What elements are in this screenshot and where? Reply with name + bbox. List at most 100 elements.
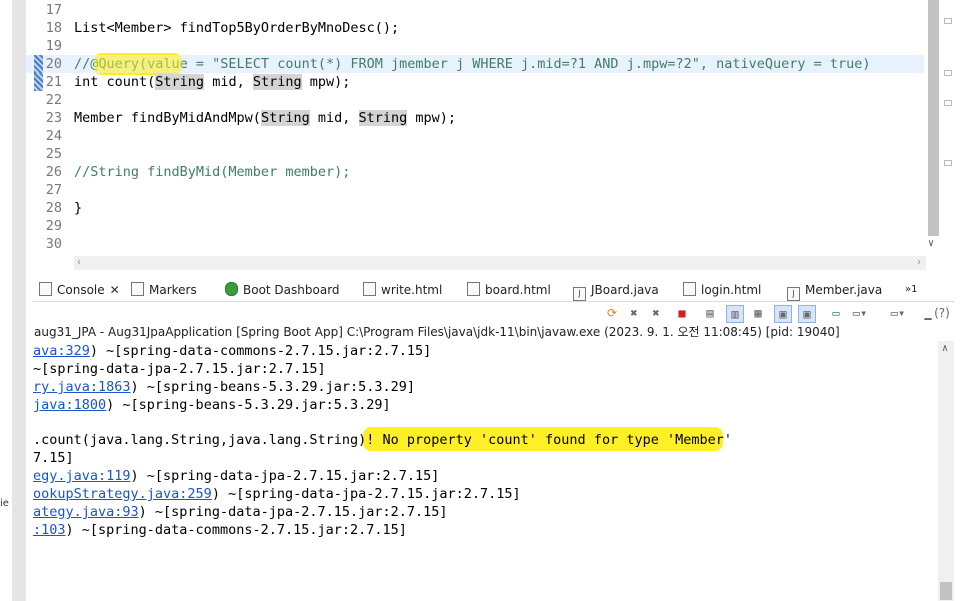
scroll-right-icon[interactable]: › xyxy=(916,256,922,270)
tab-login-html[interactable]: login.html xyxy=(683,279,761,301)
stack-link[interactable]: :103 xyxy=(33,522,66,538)
open-console-icon[interactable]: ▭▾ xyxy=(890,305,906,321)
console-line: 7.15] xyxy=(33,449,74,467)
relaunch-icon[interactable]: ⟳ xyxy=(604,305,620,321)
launch-info: aug31_JPA - Aug31JpaApplication [Spring … xyxy=(34,325,840,339)
console-scroll-thumb[interactable] xyxy=(940,582,952,600)
code-line[interactable]: 18 List<Member> findTop5ByOrderByMnoDesc… xyxy=(26,19,924,37)
editor-horizontal-scrollbar[interactable]: ‹ › xyxy=(74,256,926,270)
markers-icon xyxy=(131,282,144,296)
pin-console-icon[interactable]: ▭ xyxy=(828,305,844,321)
right-margin xyxy=(954,0,977,601)
help-icon[interactable]: (?) xyxy=(934,305,950,321)
remove-all-icon[interactable]: ✖ xyxy=(648,305,664,321)
scroll-lock-icon[interactable]: ▥ xyxy=(726,305,744,323)
tab-member-java[interactable]: J Member.java xyxy=(787,279,882,301)
console-error-text: .count(java.lang.String,java.lang.String… xyxy=(33,432,732,448)
tab-label: Boot Dashboard xyxy=(243,283,340,297)
show-on-stderr-icon[interactable]: ▣ xyxy=(798,305,816,323)
left-gutter-bar xyxy=(12,0,26,601)
java-file-icon: J xyxy=(787,287,800,301)
type-string: String xyxy=(260,110,310,126)
scroll-down-icon[interactable]: ∨ xyxy=(928,238,934,249)
tab-label: »1 xyxy=(905,284,918,295)
overview-marker[interactable] xyxy=(944,70,952,76)
code-line[interactable]: 22 xyxy=(26,91,924,109)
code-line[interactable]: 29 xyxy=(26,217,924,235)
stack-link[interactable]: java:1800 xyxy=(33,397,106,413)
tab-overflow[interactable]: »1 xyxy=(905,279,917,301)
console-text: ) ~[spring-data-commons-2.7.15.jar:2.7.1… xyxy=(65,522,407,538)
stack-link[interactable]: ry.java:1863 xyxy=(33,379,131,395)
line-text: int count(String mid, String mpw); xyxy=(74,73,350,91)
code-line[interactable]: 27 xyxy=(26,181,924,199)
overview-marker[interactable] xyxy=(944,100,952,106)
tab-markers[interactable]: Markers xyxy=(131,279,197,301)
console-line: :103) ~[spring-data-commons-2.7.15.jar:2… xyxy=(33,521,407,539)
tab-label: write.html xyxy=(381,283,443,297)
overview-marker[interactable] xyxy=(944,18,952,24)
console-text: ) ~[spring-beans-5.3.29.jar:5.3.29] xyxy=(130,379,416,395)
type-string: String xyxy=(155,74,205,90)
line-number: 20 xyxy=(45,56,62,72)
code-segment: mpw); xyxy=(407,110,457,126)
query-highlight-overlay xyxy=(94,53,182,75)
console-line: java:1800) ~[spring-beans-5.3.29.jar:5.3… xyxy=(33,396,391,414)
html-file-icon xyxy=(467,282,480,296)
line-number: 26 xyxy=(45,164,62,180)
code-segment: mid, xyxy=(204,74,253,90)
line-number: 27 xyxy=(45,182,62,198)
display-console-icon[interactable]: ▭▾ xyxy=(852,305,868,321)
code-line[interactable]: 28 } xyxy=(26,199,924,217)
tab-label: board.html xyxy=(485,283,551,297)
overview-marker[interactable] xyxy=(944,160,952,166)
tab-console[interactable]: Console ✕ xyxy=(39,279,120,301)
editor-scroll-thumb[interactable] xyxy=(928,0,939,236)
close-icon[interactable]: ✕ xyxy=(110,283,120,297)
code-line[interactable]: 23 Member findByMidAndMpw(String mid, St… xyxy=(26,109,924,127)
scroll-up-icon[interactable]: ∧ xyxy=(942,343,948,354)
stack-link[interactable]: ategy.java:93 xyxy=(33,504,139,520)
console-icon xyxy=(39,282,52,296)
word-wrap-icon[interactable]: ▦ xyxy=(750,305,766,321)
tab-jboard-java[interactable]: J JBoard.java xyxy=(573,279,659,301)
view-tab-bar: Console ✕ Markers Boot Dashboard write.ht… xyxy=(33,279,954,302)
code-line[interactable]: 25 xyxy=(26,145,924,163)
code-segment: mid, xyxy=(309,110,359,126)
stack-link[interactable]: egy.java:119 xyxy=(33,468,131,484)
terminate-icon[interactable]: ■ xyxy=(674,305,690,321)
line-number: 18 xyxy=(45,20,62,36)
console-output[interactable]: ava:329) ~[spring-data-commons-2.7.15.ja… xyxy=(33,341,938,601)
tab-label: JBoard.java xyxy=(591,283,659,297)
code-line[interactable]: 24 xyxy=(26,127,924,145)
tab-label: Console xyxy=(57,283,105,297)
tab-label: Markers xyxy=(149,283,197,297)
code-line[interactable]: 21 int count(String mid, String mpw); xyxy=(26,73,924,91)
console-toolbar: ⟳ ✖ ✖ ■ ▤ ▥ ▦ ▣ ▣ ▭ ▭▾ ▭▾ ▁ (?) xyxy=(600,302,960,324)
code-line[interactable]: 26 //String findByMid(Member member); xyxy=(26,163,924,181)
type-string: String xyxy=(252,74,302,90)
code-line[interactable]: 30 xyxy=(26,235,924,253)
tab-write-html[interactable]: write.html xyxy=(363,279,442,301)
tab-boot-dashboard[interactable]: Boot Dashboard xyxy=(225,279,340,301)
code-segment: int count( xyxy=(74,74,156,90)
line-number: 30 xyxy=(45,236,62,252)
code-lines: 17 18 List<Member> findTop5ByOrderByMnoD… xyxy=(26,0,926,256)
scroll-left-icon[interactable]: ‹ xyxy=(76,256,82,270)
type-string: String xyxy=(358,110,408,126)
tab-board-html[interactable]: board.html xyxy=(467,279,551,301)
console-text: ) ~[spring-data-commons-2.7.15.jar:2.7.1… xyxy=(89,343,432,359)
code-line[interactable]: 17 xyxy=(26,1,924,19)
html-file-icon xyxy=(683,282,696,296)
clear-console-icon[interactable]: ▤ xyxy=(702,305,718,321)
stack-link[interactable]: ava:329 xyxy=(33,343,90,359)
console-text: ) ~[spring-data-jpa-2.7.15.jar:2.7.15] xyxy=(211,486,521,502)
stack-link[interactable]: ookupStrategy.java:259 xyxy=(33,486,212,502)
console-vertical-scrollbar[interactable] xyxy=(938,341,954,601)
code-segment: Member findByMidAndMpw( xyxy=(74,110,261,126)
show-on-stdout-icon[interactable]: ▣ xyxy=(774,305,792,323)
tab-label: login.html xyxy=(701,283,762,297)
code-editor[interactable]: 17 18 List<Member> findTop5ByOrderByMnoD… xyxy=(26,0,954,270)
console-line: ategy.java:93) ~[spring-data-jpa-2.7.15.… xyxy=(33,503,448,521)
remove-launch-icon[interactable]: ✖ xyxy=(626,305,642,321)
